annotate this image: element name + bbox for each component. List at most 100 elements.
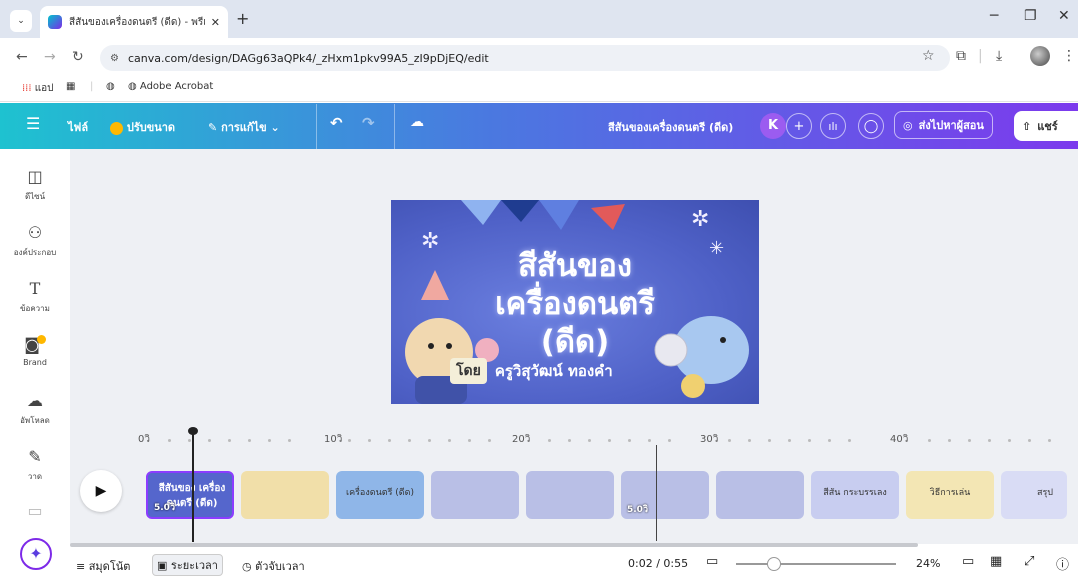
share-button[interactable]: ⇧ แชร์ (1014, 111, 1078, 141)
bookmark-apps[interactable]: ⁞⁞⁞ แอป (22, 81, 54, 96)
help-icon[interactable]: ⓘ (1056, 554, 1069, 573)
close-tab-icon[interactable]: ✕ (211, 16, 220, 29)
send-to-teacher-button[interactable]: ◎ ส่งไปหาผู้สอน (894, 111, 993, 139)
editing-dropdown[interactable]: ✎ การแก้ไข ⌄ (208, 118, 280, 136)
minimize-icon[interactable]: ─ (990, 8, 998, 24)
sidebar-item-brand[interactable]: ◙ Brand (0, 335, 70, 367)
ruler-tick (728, 439, 731, 442)
undo-icon[interactable]: ↶ (330, 114, 343, 132)
by-label: โดย (450, 358, 487, 384)
ruler-tick (648, 439, 651, 442)
transition-marker (656, 445, 657, 541)
download-icon[interactable]: ⤓ (996, 48, 1002, 64)
tab-groups-icon[interactable]: ▦ (66, 81, 75, 92)
page-thumbnail[interactable] (716, 471, 804, 519)
redo-icon[interactable]: ↷ (362, 114, 375, 132)
canva-favicon-icon (48, 15, 62, 29)
page-thumbnail[interactable] (241, 471, 329, 519)
ruler-tick (808, 439, 811, 442)
ruler-tick (388, 439, 391, 442)
ruler-label: 0วิ (138, 434, 150, 445)
sidebar-item-upload[interactable]: ☁ อัพโหลด (0, 391, 70, 427)
play-button[interactable]: ▶ (80, 470, 122, 512)
globe-icon[interactable]: ◍ (106, 81, 115, 92)
user-avatar[interactable]: K (760, 113, 786, 139)
cloud-saved-icon[interactable]: ☁ (410, 114, 424, 130)
upload-icon: ☁ (27, 391, 43, 410)
sidebar-item-draw[interactable]: ✎ วาด (0, 447, 70, 483)
sidebar-item-label: Brand (23, 358, 47, 367)
zoom-slider[interactable] (736, 563, 896, 565)
timeline-scrollbar[interactable] (70, 543, 918, 547)
duration-label: ระยะเวลา (170, 559, 218, 572)
sidebar-item-text[interactable]: T ข้อความ (0, 279, 70, 315)
url-text: canva.com/design/DAGg63aQPk4/_zHxm1pkv99… (127, 51, 489, 65)
duration-icon: ▣ (157, 559, 168, 572)
grid-view-icon[interactable]: ▦ (990, 554, 1002, 569)
profile-avatar[interactable] (1030, 46, 1050, 66)
page-thumbnail[interactable]: สรุป (1001, 471, 1067, 519)
bookmark-star-icon[interactable]: ☆ (922, 48, 935, 64)
bookmark-adobe[interactable]: ◍ Adobe Acrobat (128, 81, 213, 92)
thumbnail-text: สีสัน กระบรรเลง (823, 488, 887, 498)
duration-button[interactable]: ▣ ระยะเวลา (152, 554, 223, 576)
page-view-icon[interactable]: ▭ (706, 554, 718, 569)
insights-chart-icon[interactable]: ılı (820, 113, 846, 139)
design-title[interactable]: สีสันของเครื่องดนตรี (ดีด) (608, 118, 733, 136)
resize-button[interactable]: ปรับขนาด (110, 118, 175, 136)
add-collaborator-icon[interactable]: + (786, 113, 812, 139)
sidebar-item-design[interactable]: ◫ ดีไซน์ (0, 167, 70, 203)
reload-icon[interactable]: ↻ (72, 49, 84, 65)
ruler-tick (608, 439, 611, 442)
zoom-level[interactable]: 24% (916, 557, 940, 570)
menu-kebab-icon[interactable]: ⋮ (1062, 48, 1076, 64)
url-field[interactable]: ⚙ canva.com/design/DAGg63aQPk4/_zHxm1pkv… (100, 45, 950, 71)
divider: | (978, 48, 983, 64)
sidebar-item-elements[interactable]: ⚇ องค์ประกอบ (0, 223, 70, 259)
folder-icon: ▭ (27, 501, 43, 520)
page-thumbnail[interactable] (431, 471, 519, 519)
page-thumbnail[interactable]: 5.0วิ (621, 471, 709, 519)
forward-icon[interactable]: → (44, 49, 56, 65)
file-menu[interactable]: ไฟล์ (68, 118, 88, 136)
brand-icon: ◙ (0, 335, 70, 355)
notes-button[interactable]: ≡ สมุดโน้ต (76, 557, 130, 575)
sidebar-item-label: ข้อความ (20, 304, 50, 313)
browser-tab[interactable]: สีสันของเครื่องดนตรี (ดีด) - พรีเซนเ ✕ (40, 6, 228, 38)
bunting-flag (591, 204, 625, 230)
thumbnail-duration: 5.0วิ (154, 503, 175, 513)
fullscreen-icon[interactable]: ⤢ (1024, 554, 1034, 569)
window-close-icon[interactable]: ✕ (1058, 8, 1070, 24)
playhead-handle[interactable] (188, 427, 198, 435)
page-thumbnail[interactable]: เครื่องดนตรี (ดีด) (336, 471, 424, 519)
ruler-tick (568, 439, 571, 442)
restore-icon[interactable]: ❐ (1024, 8, 1037, 24)
divider (316, 104, 317, 150)
page-thumbnail[interactable]: สีสันของ เครื่องดนตรี (ดีด) 5.0วิ (146, 471, 234, 519)
ruler-tick (168, 439, 171, 442)
extensions-icon[interactable]: ⧉ (956, 48, 966, 64)
page-thumbnail[interactable]: สีสัน กระบรรเลง (811, 471, 899, 519)
timer-button[interactable]: ◷ ตัวจับเวลา (242, 557, 305, 575)
playhead[interactable] (192, 432, 194, 542)
thumbnail-duration: 5.0วิ (627, 505, 648, 515)
page-layout-icon[interactable]: ▭ (962, 554, 974, 569)
comment-icon[interactable]: ◯ (858, 113, 884, 139)
ruler-tick (1028, 439, 1031, 442)
ruler-tick (988, 439, 991, 442)
tab-search-chevron-icon[interactable]: ⌄ (10, 10, 32, 32)
playback-time: 0:02 / 0:55 (628, 557, 689, 570)
bunting-flag (461, 200, 501, 225)
star-doodle-icon: ✲ (691, 207, 709, 232)
hamburger-menu-icon[interactable]: ☰ (26, 114, 40, 133)
pencil-icon: ✎ (208, 121, 218, 134)
new-tab-icon[interactable]: + (236, 9, 249, 28)
site-info-icon[interactable]: ⚙ (110, 53, 119, 64)
ruler-tick (828, 439, 831, 442)
back-icon[interactable]: ← (16, 49, 28, 65)
page-thumbnail[interactable]: วิธีการเล่น (906, 471, 994, 519)
tab-title: สีสันของเครื่องดนตรี (ดีด) - พรีเซนเ (69, 16, 205, 28)
sidebar-item-more[interactable]: ▭ (0, 501, 70, 521)
page-thumbnail[interactable] (526, 471, 614, 519)
magic-assistant-icon[interactable]: ✦ (20, 538, 52, 570)
